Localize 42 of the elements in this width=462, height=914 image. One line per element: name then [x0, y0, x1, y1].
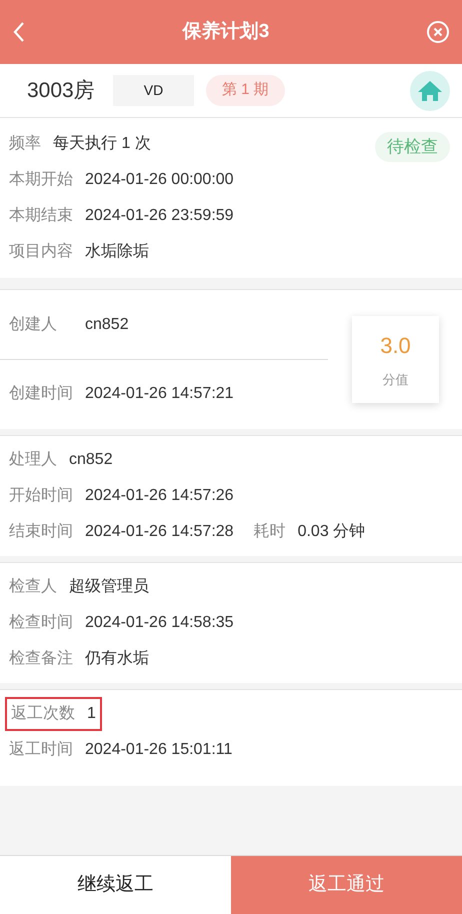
field-value: cn852 — [85, 315, 129, 335]
field-label: 检查人 — [9, 576, 57, 597]
field-value: 2024-01-26 14:58:35 — [85, 613, 234, 633]
field-label: 创建时间 — [9, 384, 73, 404]
field-value: 0.03 分钟 — [298, 522, 366, 542]
field-value: 2024-01-26 15:01:11 — [85, 740, 232, 760]
field-value: 超级管理员 — [69, 577, 149, 597]
back-icon[interactable] — [12, 21, 26, 43]
home-icon — [417, 80, 443, 102]
field-value: 2024-01-26 00:00:00 — [85, 170, 234, 190]
room-number: 3003房 — [27, 78, 96, 104]
field-value: 2024-01-26 14:57:28 — [85, 522, 234, 542]
field-label: 创建人 — [9, 314, 57, 335]
field-label: 检查备注 — [9, 648, 73, 669]
field-label: 处理人 — [9, 450, 57, 470]
room-status: VD — [113, 75, 194, 106]
field-label: 耗时 — [254, 522, 286, 542]
field-label: 本期开始 — [9, 170, 73, 190]
field-label: 本期结束 — [9, 206, 73, 226]
field-label: 返工时间 — [9, 740, 73, 760]
home-button[interactable] — [410, 70, 450, 110]
field-value: 水垢除垢 — [85, 242, 149, 262]
field-label: 检查时间 — [9, 612, 73, 633]
field-value: 1 — [87, 704, 96, 724]
field-label: 结束时间 — [9, 522, 73, 542]
field-value: 2024-01-26 14:57:26 — [85, 486, 234, 506]
field-label: 返工次数 — [11, 704, 75, 724]
field-label: 开始时间 — [9, 486, 73, 506]
field-label: 项目内容 — [9, 242, 73, 262]
field-value: 2024-01-26 14:57:21 — [85, 384, 234, 404]
field-value: 2024-01-26 23:59:59 — [85, 206, 234, 226]
score-value: 3.0 — [380, 332, 411, 360]
field-value: 每天执行 1 次 — [53, 134, 151, 154]
score-label: 分值 — [382, 371, 408, 390]
period-tag: 第 1 期 — [206, 75, 285, 106]
field-label: 频率 — [9, 134, 41, 154]
action-button[interactable]: 继续返工 — [0, 856, 231, 914]
status-badge: 待检查 — [375, 132, 450, 162]
page-title: 保养计划3 — [182, 20, 270, 44]
field-value: cn852 — [69, 450, 113, 470]
close-icon[interactable] — [426, 20, 450, 44]
field-value: 仍有水垢 — [85, 648, 149, 669]
